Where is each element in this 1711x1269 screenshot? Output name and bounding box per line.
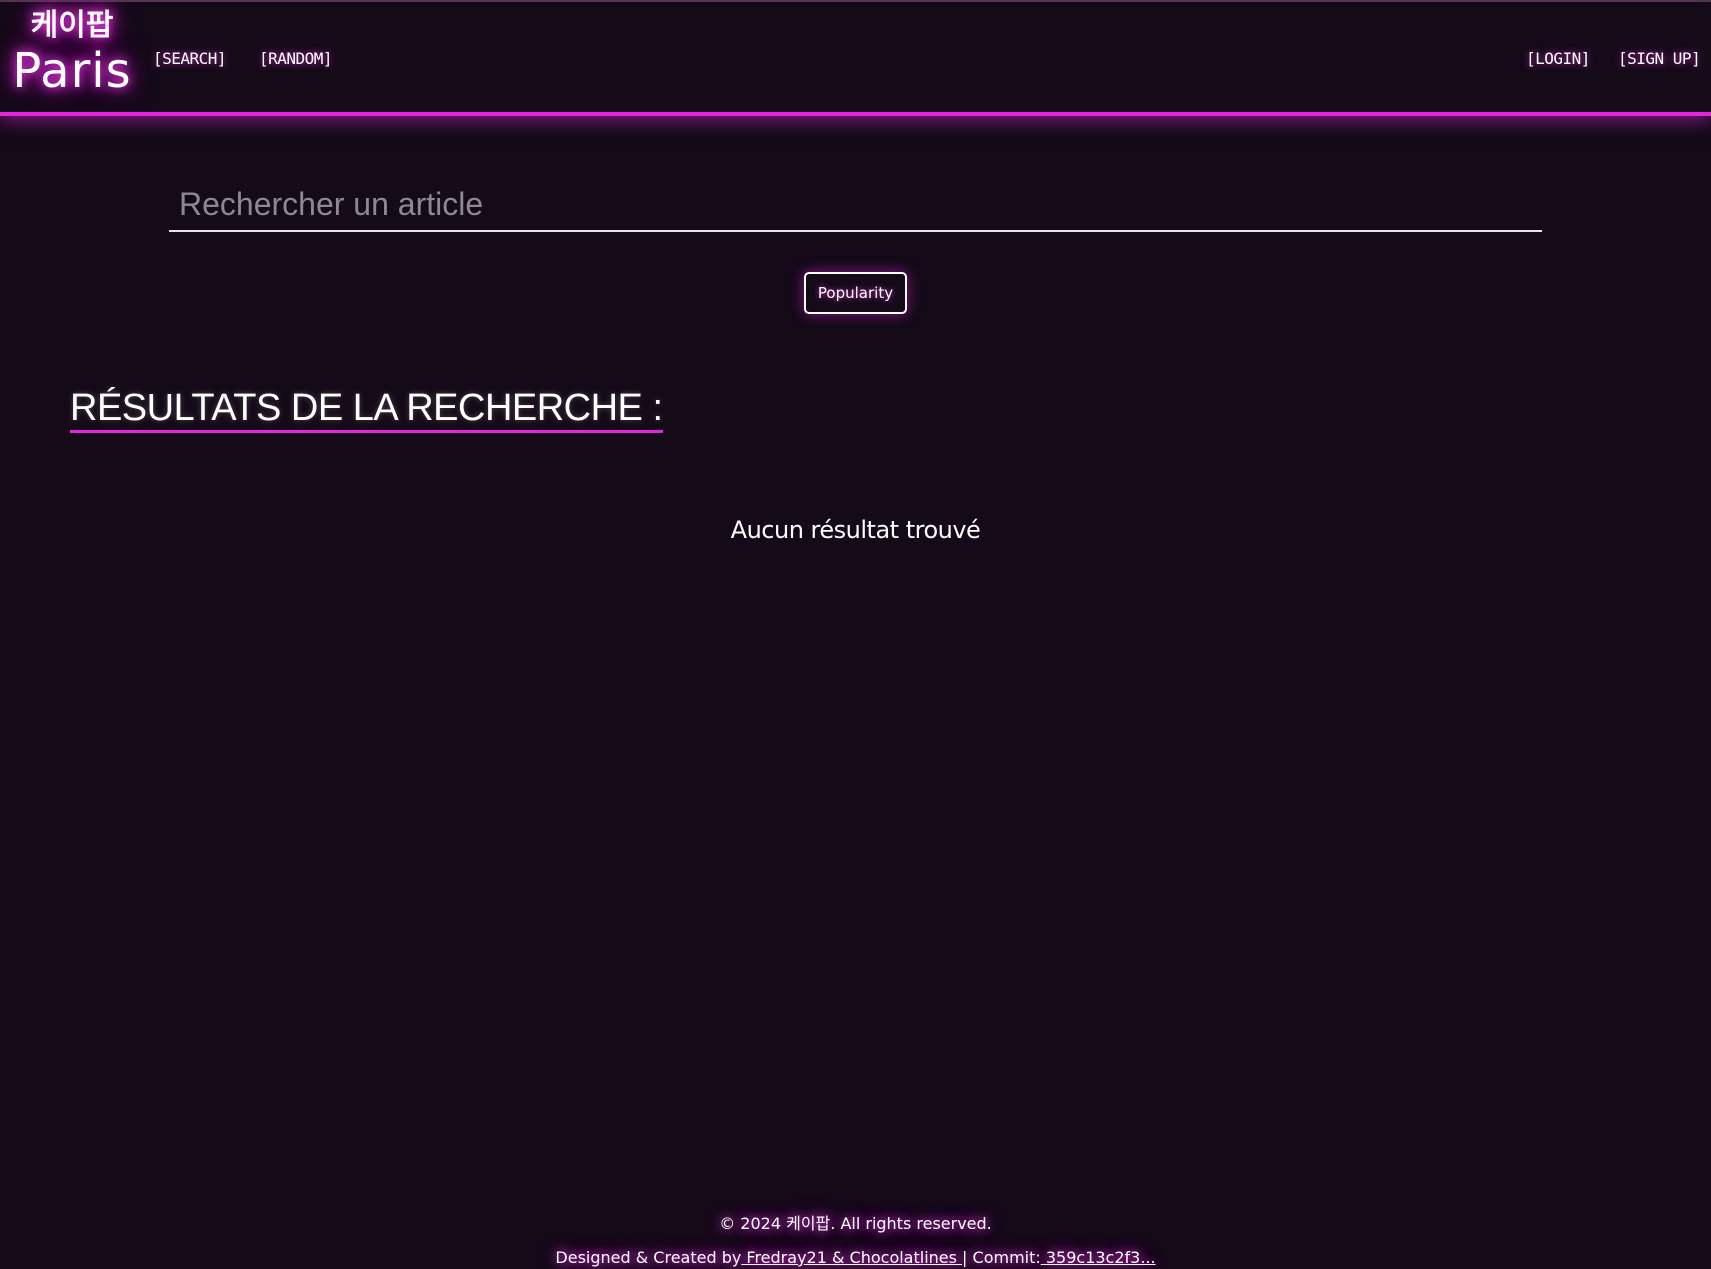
nav-login-link[interactable]: [LOGIN] [1526, 49, 1590, 68]
search-input[interactable] [169, 178, 1542, 230]
footer-commit-link[interactable]: 359c13c2f3... [1041, 1248, 1156, 1267]
no-results-message: Aucun résultat trouvé [730, 516, 981, 544]
nav-search-link[interactable]: [SEARCH] [153, 49, 227, 68]
footer-designed-prefix: Designed & Created by [555, 1248, 742, 1267]
popularity-sort-button[interactable]: Popularity [804, 272, 907, 314]
footer-commit-separator: | Commit: [962, 1248, 1041, 1267]
search-bar [169, 178, 1542, 232]
logo-latin-text: Paris [12, 43, 132, 99]
logo-korean-text: 케이팝 [30, 8, 114, 43]
site-logo[interactable]: 케이팝 Paris [10, 8, 134, 98]
footer-credits: Designed & Created by Fredray21 & Chocol… [0, 1241, 1711, 1269]
footer-copyright: © 2024 케이팝. All rights reserved. [719, 1214, 992, 1233]
results-heading: RÉSULTATS DE LA RECHERCHE : [70, 386, 663, 433]
nav-signup-link[interactable]: [SIGN UP] [1618, 49, 1701, 68]
page: 케이팝 Paris [SEARCH] [RANDOM] [LOGIN] [SIG… [0, 0, 1711, 1269]
nav-random-link[interactable]: [RANDOM] [259, 49, 333, 68]
footer-authors-link[interactable]: Fredray21 & Chocolatlines [741, 1248, 962, 1267]
top-navbar: 케이팝 Paris [SEARCH] [RANDOM] [LOGIN] [SIG… [0, 2, 1711, 116]
footer: © 2024 케이팝. All rights reserved. Designe… [0, 1207, 1711, 1269]
